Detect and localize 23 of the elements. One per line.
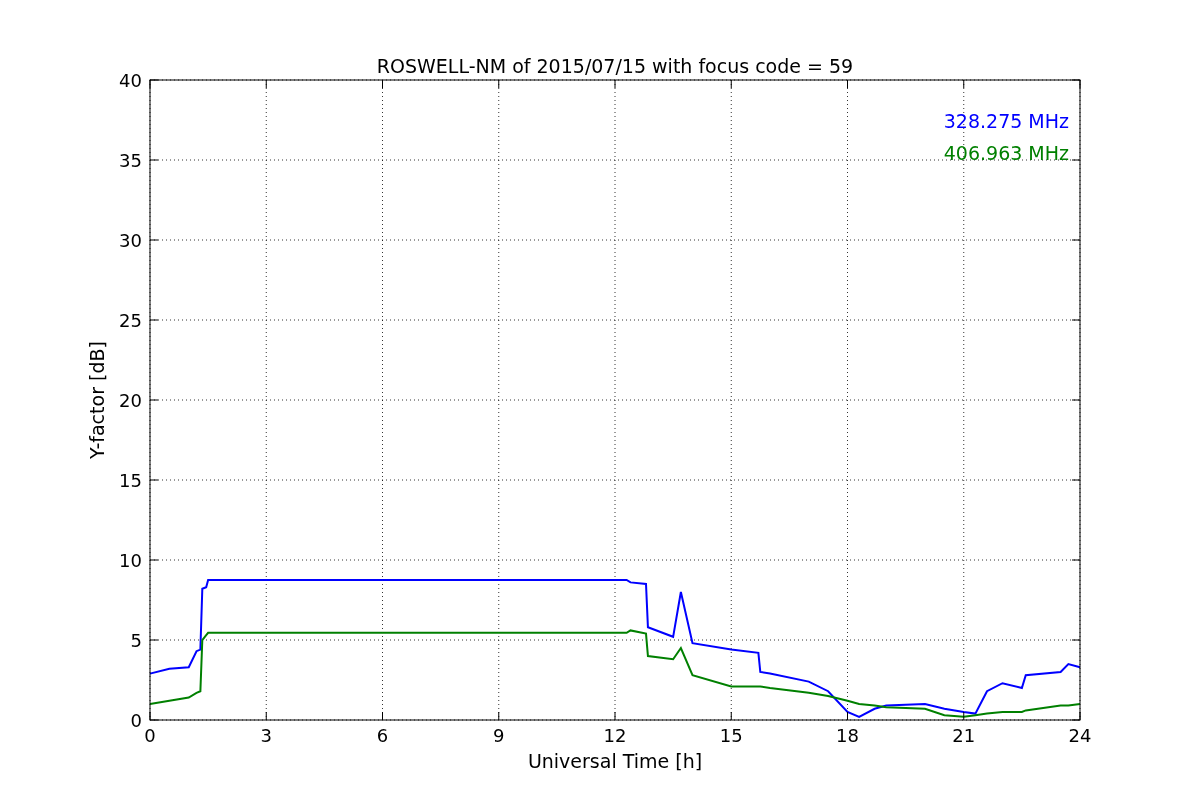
x-tick-label: 12 [603,725,627,746]
y-axis-label: Y-factor [dB] [86,341,108,459]
x-tick-label: 9 [493,725,505,746]
x-tick-label: 21 [952,725,976,746]
x-axis-label: Universal Time [h] [527,750,703,772]
x-tick-label: 18 [836,725,859,746]
y-tick-label: 15 [119,470,142,491]
y-tick-label: 0 [130,710,142,731]
y-tick-label: 20 [119,390,142,411]
x-tick-label: 3 [260,725,272,746]
y-tick-label: 35 [119,150,142,171]
legend-label: 328.275 MHz [943,110,1069,132]
y-tick-label: 25 [119,310,142,331]
y-tick-label: 10 [119,550,142,571]
x-tick-label: 15 [719,725,743,746]
chart-title: ROSWELL-NM of 2015/07/15 with focus code = 59 [376,55,854,77]
x-tick-label: 24 [1068,725,1092,746]
x-tick-label: 6 [376,725,389,746]
y-tick-label: 30 [119,230,142,251]
y-tick-label: 5 [130,630,142,651]
y-tick-label: 40 [119,70,142,91]
x-tick-label: 0 [144,725,156,746]
legend-label: 406.963 MHz [943,142,1069,164]
